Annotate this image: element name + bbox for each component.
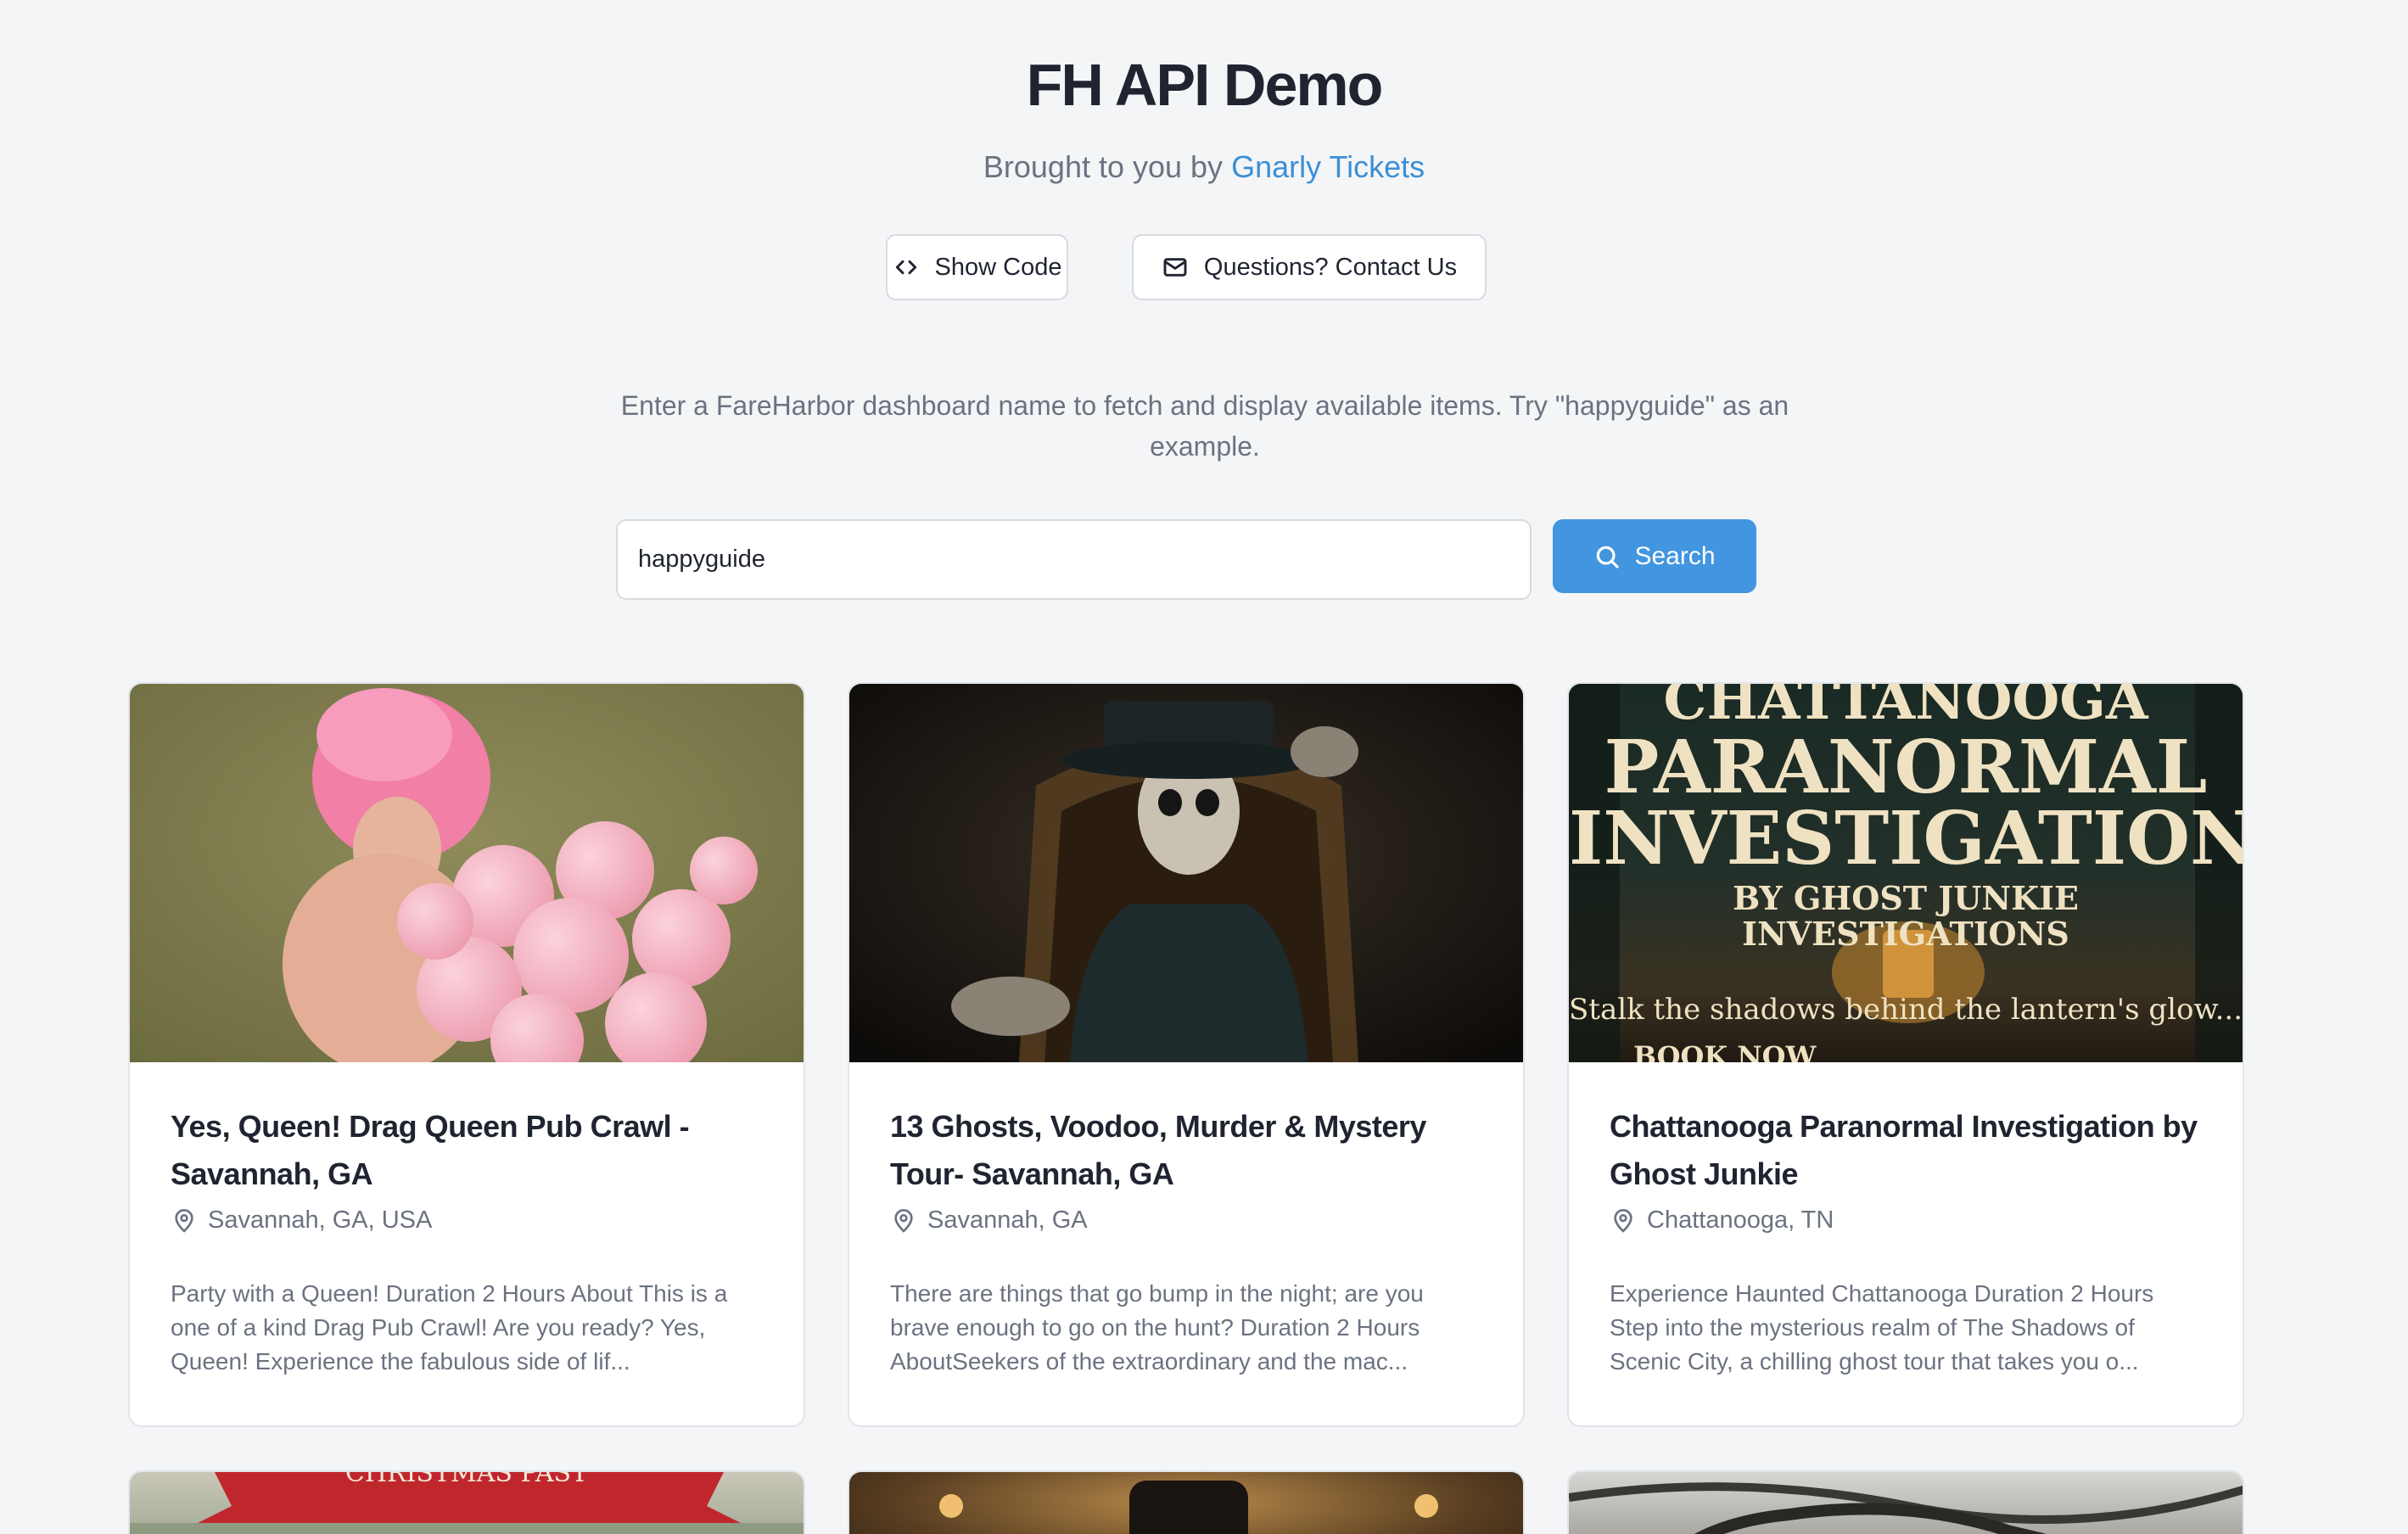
instructions-text: Enter a FareHarbor dashboard name to fet… (620, 390, 1789, 462)
item-card[interactable] (1567, 1470, 2244, 1534)
item-card[interactable]: CHRISTMAS PAST (128, 1470, 805, 1534)
contact-us-button[interactable]: Questions? Contact Us (1132, 234, 1487, 300)
show-code-button[interactable]: Show Code (886, 234, 1068, 300)
code-icon (895, 260, 916, 275)
item-image: CHATTANOOGA PARANORMAL INVESTIGATION BY … (1569, 684, 2243, 1062)
show-code-label: Show Code (934, 253, 1062, 281)
item-description: There are things that go bump in the nig… (890, 1280, 1424, 1374)
mail-icon (1163, 258, 1187, 277)
item-location-text: Chattanooga, TN (1647, 1206, 1834, 1234)
map-pin-icon (1614, 1208, 1632, 1233)
search-button-label: Search (1634, 541, 1716, 570)
item-title[interactable]: Yes, Queen! Drag Queen Pub Crawl - Savan… (171, 1103, 763, 1198)
item-description: Party with a Queen! Duration 2 Hours Abo… (171, 1280, 728, 1374)
item-location: Chattanooga, TN (1610, 1206, 2202, 1234)
poster-banner: CHRISTMAS PAST (344, 1472, 589, 1488)
poster-tagline: Stalk the shadows behind the lantern's g… (1569, 993, 2243, 1027)
item-image (849, 684, 1523, 1062)
item-card[interactable] (848, 1470, 1525, 1534)
item-location-text: Savannah, GA, USA (208, 1206, 433, 1234)
item-image: CHRISTMAS PAST (130, 1472, 804, 1534)
item-card[interactable]: Yes, Queen! Drag Queen Pub Crawl - Savan… (128, 682, 805, 1427)
item-title[interactable]: Chattanooga Paranormal Investigation by … (1610, 1103, 2202, 1198)
item-title[interactable]: 13 Ghosts, Voodoo, Murder & Mystery Tour… (890, 1103, 1482, 1198)
map-pin-icon (175, 1208, 193, 1233)
item-card[interactable]: CHATTANOOGA PARANORMAL INVESTIGATION BY … (1567, 682, 2244, 1427)
item-location-text: Savannah, GA (927, 1206, 1088, 1234)
item-image (130, 684, 804, 1062)
item-description: Experience Haunted Chattanooga Duration … (1610, 1280, 2154, 1374)
brand-link[interactable]: Gnarly Tickets (1231, 149, 1425, 184)
search-button[interactable]: Search (1553, 519, 1756, 593)
poster-line: INVESTIGATIONS (1742, 915, 2069, 953)
map-pin-icon (894, 1208, 913, 1233)
subtitle: Brought to you by Gnarly Tickets (0, 149, 2408, 185)
item-location: Savannah, GA, USA (171, 1206, 763, 1234)
search-icon (1597, 546, 1620, 568)
poster-cta: BOOK NOW (1633, 1040, 1817, 1062)
item-card[interactable]: 13 Ghosts, Voodoo, Murder & Mystery Tour… (848, 682, 1525, 1427)
contact-us-label: Questions? Contact Us (1203, 253, 1458, 281)
item-image (1569, 1472, 2243, 1534)
page-title: FH API Demo (1026, 52, 1384, 118)
subtitle-prefix: Brought to you by (983, 149, 1232, 184)
poster-line: BY GHOST JUNKIE (1733, 879, 2079, 917)
dashboard-search-input[interactable] (616, 519, 1532, 600)
poster-line: INVESTIGATION (1569, 796, 2243, 882)
item-location: Savannah, GA (890, 1206, 1482, 1234)
item-image (849, 1472, 1523, 1534)
